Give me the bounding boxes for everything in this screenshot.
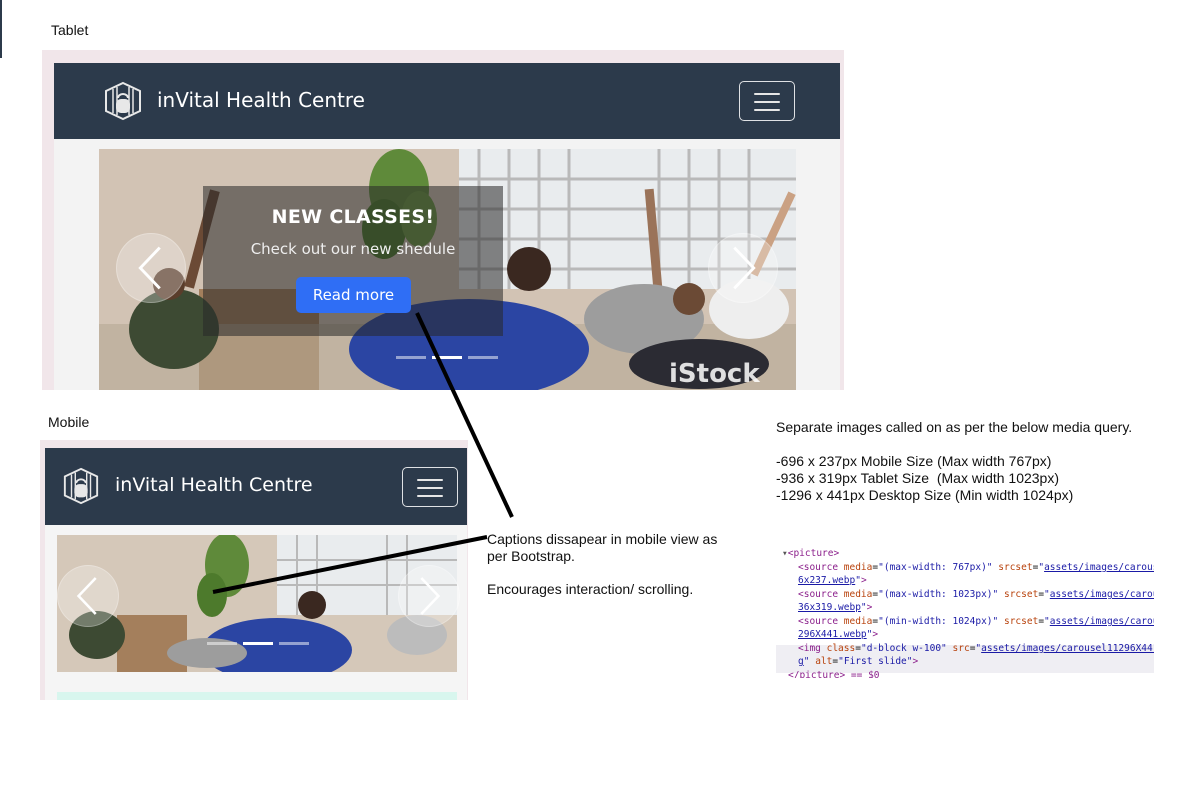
- source3-srcset-link[interactable]: assets/images/carousel1: [1050, 616, 1154, 627]
- picture-open-tag[interactable]: <picture>: [788, 548, 839, 559]
- size-desktop: -1296 x 441px Desktop Size (Min width 10…: [776, 487, 1074, 503]
- media-query-note: Separate images called on as per the bel…: [776, 419, 1176, 504]
- source1-srcset-cont[interactable]: 6x237.webp: [798, 575, 855, 586]
- captions-note: Captions dissapear in mobile view as per…: [487, 531, 737, 598]
- source1-media: (max-width: 767px): [883, 562, 987, 573]
- captions-note-line2: per Bootstrap.: [487, 548, 575, 564]
- source2-srcset-cont[interactable]: 36x319.webp: [798, 602, 861, 613]
- source3-media: (min-width: 1024px): [883, 616, 993, 627]
- devtools-code-snippet: ▾<picture> <source media="(max-width: 76…: [776, 543, 1154, 678]
- source2-srcset-link[interactable]: assets/images/carousel1: [1050, 589, 1154, 600]
- img-class: d-block w-100: [866, 643, 942, 654]
- source2-media: (max-width: 1023px): [883, 589, 993, 600]
- source1-srcset-link[interactable]: assets/images/carousel1i: [1044, 562, 1154, 573]
- picture-close-tag[interactable]: </picture> == $0: [788, 670, 880, 678]
- source3-srcset-cont[interactable]: 296X441.webp: [798, 629, 867, 640]
- img-alt: First slide: [843, 656, 907, 667]
- interaction-note: Encourages interaction/ scrolling.: [487, 581, 694, 597]
- media-query-intro: Separate images called on as per the bel…: [776, 419, 1133, 435]
- captions-note-line1: Captions dissapear in mobile view as: [487, 531, 718, 547]
- size-mobile: -696 x 237px Mobile Size (Max width 767p…: [776, 453, 1052, 469]
- img-src-link[interactable]: assets/images/carousel11296X441.we: [981, 643, 1154, 654]
- size-tablet: -936 x 319px Tablet Size (Max width 1023…: [776, 470, 1060, 486]
